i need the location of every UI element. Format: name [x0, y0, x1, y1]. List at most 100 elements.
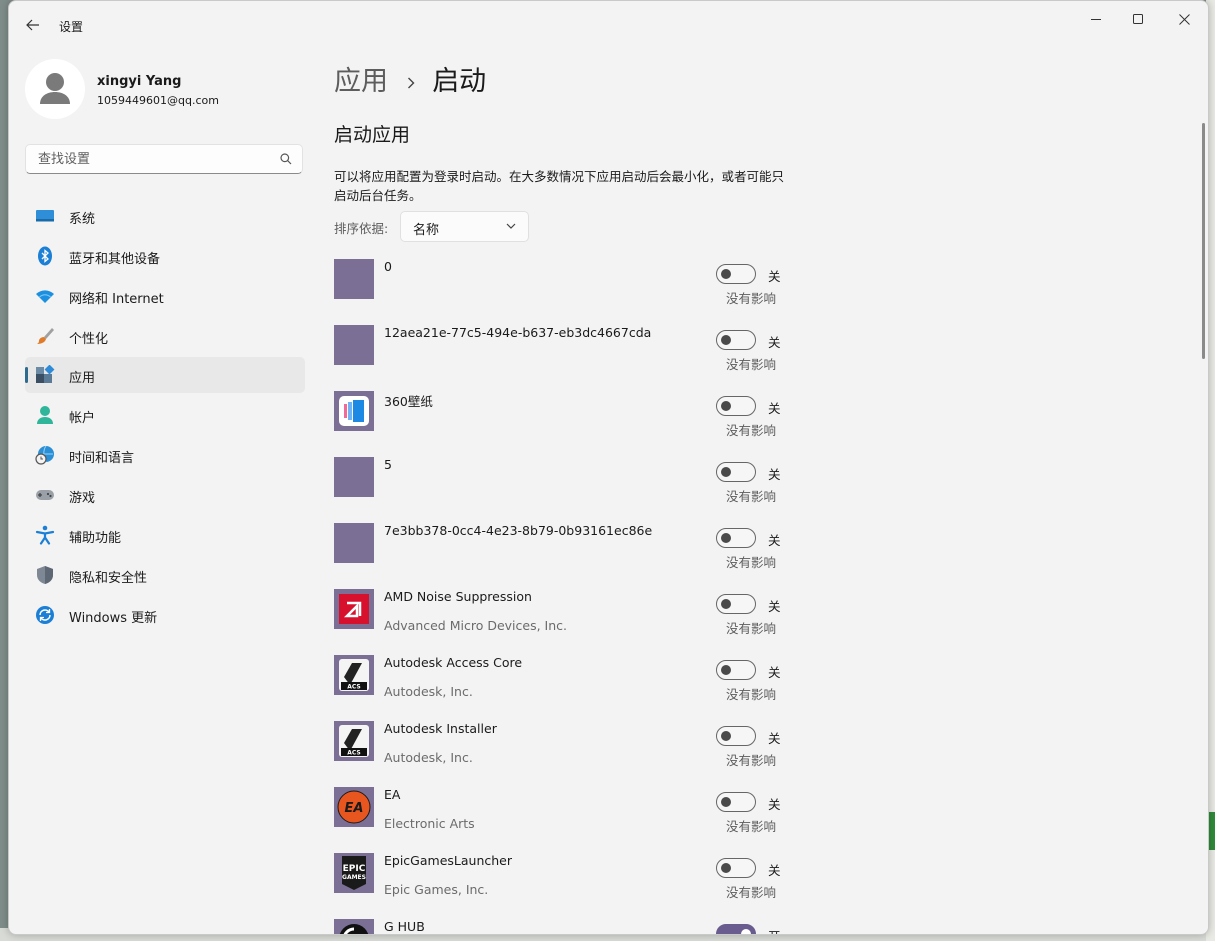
minimize-button[interactable]: [1073, 5, 1119, 33]
scrollbar[interactable]: [1202, 123, 1205, 359]
sidebar-item-label: 个性化: [69, 332, 109, 347]
svg-text:EPIC: EPIC: [343, 864, 366, 874]
startup-app-row: 0 关 没有影响: [334, 259, 794, 325]
arrow-left-icon: [26, 19, 39, 31]
toggle-state: 关: [768, 269, 781, 284]
startup-toggle[interactable]: [716, 660, 756, 680]
breadcrumb-parent[interactable]: 应用: [334, 66, 388, 97]
section-description: 可以将应用配置为登录时启动。在大多数情况下应用启动后会最小化，或者可能只启动后台…: [334, 169, 785, 203]
startup-toggle[interactable]: [716, 330, 756, 350]
toggle-state: 关: [768, 863, 781, 878]
startup-impact: 没有影响: [726, 753, 777, 768]
blank-app-icon: [334, 325, 374, 365]
startup-toggle[interactable]: [716, 792, 756, 812]
sidebar-item-system[interactable]: 系统: [25, 198, 305, 234]
chevron-right-icon: [408, 77, 415, 88]
startup-impact: 没有影响: [726, 819, 777, 834]
startup-app-row: EPIC GAMES EpicGamesLauncher Epic Games, …: [334, 853, 794, 919]
sort-dropdown[interactable]: 名称: [400, 211, 529, 242]
sidebar-item-windows-update[interactable]: Windows 更新: [25, 597, 305, 633]
breadcrumb: 应用 启动: [334, 59, 486, 98]
startup-toggle[interactable]: [716, 924, 756, 934]
sidebar-item-label: 隐私和安全性: [69, 571, 148, 586]
sidebar-item-bluetooth[interactable]: 蓝牙和其他设备: [25, 238, 305, 274]
app-name: AMD Noise Suppression: [384, 589, 532, 604]
toggle-state: 关: [768, 467, 781, 482]
app-name: 12aea21e-77c5-494e-b637-eb3dc4667cda: [384, 325, 652, 340]
app-name: 7e3bb378-0cc4-4e23-8b79-0b93161ec86e: [384, 523, 653, 538]
toggle-state: 关: [768, 599, 781, 614]
startup-app-row: EA EA Electronic Arts 关 没有影响: [334, 787, 794, 853]
app-name: EpicGamesLauncher: [384, 853, 512, 868]
search-box[interactable]: [25, 144, 303, 174]
startup-app-row: G HUB 开: [334, 919, 794, 934]
startup-toggle[interactable]: [716, 396, 756, 416]
toggle-state: 关: [768, 533, 781, 548]
blank-app-icon: [334, 523, 374, 563]
startup-toggle[interactable]: [716, 594, 756, 614]
app-publisher: Epic Games, Inc.: [384, 882, 489, 897]
sidebar-item-time-language[interactable]: 时间和语言: [25, 437, 305, 473]
app-publisher: Autodesk, Inc.: [384, 750, 473, 765]
startup-impact: 没有影响: [726, 423, 777, 438]
search-input[interactable]: [36, 151, 270, 168]
system-icon: [36, 210, 54, 222]
app-publisher: Autodesk, Inc.: [384, 684, 473, 699]
svg-text:ACS: ACS: [347, 750, 360, 757]
startup-toggle[interactable]: [716, 726, 756, 746]
ea-icon: EA: [334, 787, 374, 827]
sidebar-item-gaming[interactable]: 游戏: [25, 477, 305, 513]
svg-text:EA: EA: [345, 801, 364, 816]
sidebar-item-privacy[interactable]: 隐私和安全性: [25, 557, 305, 593]
startup-toggle[interactable]: [716, 528, 756, 548]
startup-impact: 没有影响: [726, 357, 777, 372]
app-name: Autodesk Installer: [384, 721, 497, 736]
epic-icon: EPIC GAMES: [334, 853, 374, 893]
gamepad-icon: [36, 490, 54, 500]
maximize-icon: [1133, 14, 1143, 24]
avatar: [25, 59, 85, 119]
close-icon: [1178, 13, 1190, 25]
update-icon: [36, 606, 54, 624]
sidebar-item-network[interactable]: 网络和 Internet: [25, 278, 305, 314]
app-name: 0: [384, 259, 392, 274]
accessibility-icon: [35, 525, 55, 545]
account-icon: [37, 406, 53, 424]
sidebar-item-personalization[interactable]: 个性化: [25, 318, 305, 354]
shield-icon: [37, 566, 53, 584]
chevron-down-icon: [506, 223, 516, 229]
sidebar-item-apps[interactable]: 应用: [25, 357, 305, 393]
sidebar-item-label: 时间和语言: [69, 451, 135, 466]
toggle-state: 关: [768, 335, 781, 350]
close-button[interactable]: [1161, 5, 1207, 33]
back-button[interactable]: [21, 13, 45, 37]
blank-app-icon: [334, 457, 374, 497]
toggle-state: 关: [768, 665, 781, 680]
maximize-button[interactable]: [1115, 5, 1161, 33]
wallpaper-icon: [334, 391, 374, 431]
app-publisher: Advanced Micro Devices, Inc.: [384, 618, 567, 633]
app-name: EA: [384, 787, 401, 802]
ghub-icon: [334, 919, 374, 934]
apps-icon: [36, 365, 55, 383]
sidebar-item-label: 应用: [69, 371, 96, 386]
startup-app-row: ACS Autodesk Installer Autodesk, Inc. 关 …: [334, 721, 794, 787]
sidebar-item-label: 系统: [69, 212, 96, 227]
startup-toggle[interactable]: [716, 264, 756, 284]
startup-app-row: AMD Noise Suppression Advanced Micro Dev…: [334, 589, 794, 655]
toggle-state: 开: [768, 926, 781, 934]
sidebar-item-label: 网络和 Internet: [69, 292, 164, 307]
sidebar-item-accounts[interactable]: 帐户: [25, 397, 305, 433]
amd-icon: [334, 589, 374, 629]
app-name: Autodesk Access Core: [384, 655, 523, 670]
startup-impact: 没有影响: [726, 687, 777, 702]
sidebar-item-accessibility[interactable]: 辅助功能: [25, 517, 305, 553]
startup-toggle[interactable]: [716, 462, 756, 482]
wifi-icon: [36, 290, 54, 303]
startup-toggle[interactable]: [716, 858, 756, 878]
startup-app-row: 5 关 没有影响: [334, 457, 794, 523]
startup-app-row: 360壁纸 关 没有影响: [334, 391, 794, 457]
app-publisher: Electronic Arts: [384, 816, 475, 831]
person-icon: [40, 73, 70, 104]
user-name: xingyi Yang: [97, 74, 182, 89]
